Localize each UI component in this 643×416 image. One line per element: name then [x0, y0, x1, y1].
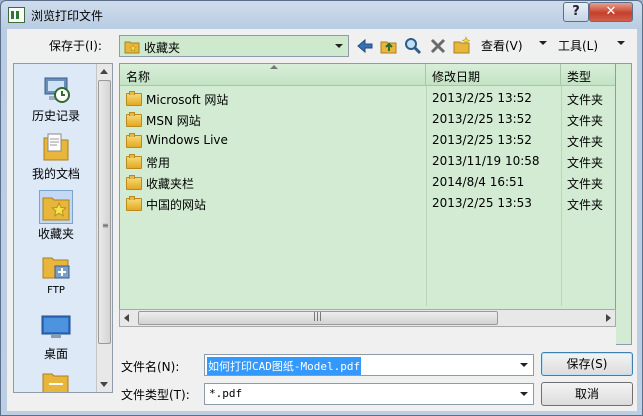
grip-icon: ≡ — [102, 221, 109, 230]
scroll-right-icon[interactable] — [606, 314, 611, 322]
table-row[interactable]: Windows Live 2013/2/25 13:52 文件夹 — [120, 130, 615, 151]
folder-icon — [39, 368, 73, 392]
place-label: 桌面 — [43, 347, 68, 361]
scroll-up-icon[interactable] — [100, 69, 108, 74]
filename-label: 文件名(N): — [121, 360, 180, 374]
scroll-down-icon[interactable] — [100, 382, 108, 387]
grip-icon: ||| — [313, 312, 323, 322]
place-documents[interactable]: 我的文档 — [14, 130, 98, 182]
file-type: 文件夹 — [567, 156, 604, 170]
place-label: 收藏夹 — [37, 227, 74, 241]
folder-icon — [126, 175, 142, 190]
folder-icon — [126, 133, 142, 148]
chevron-down-icon[interactable] — [332, 38, 346, 54]
file-date: 2013/2/25 13:53 — [432, 196, 532, 210]
search-icon[interactable] — [403, 36, 423, 56]
place-label: 我的文档 — [31, 167, 80, 181]
back-arrow-icon[interactable] — [355, 36, 375, 56]
column-date[interactable]: 修改日期 — [426, 64, 561, 86]
history-icon — [39, 72, 73, 106]
column-type[interactable]: 类型 — [561, 64, 615, 86]
help-button[interactable]: ? — [563, 2, 589, 22]
file-type: 文件夹 — [567, 93, 604, 107]
window-title: 浏览打印文件 — [31, 9, 104, 23]
folder-icon — [126, 196, 142, 211]
favorites-folder-icon — [124, 39, 140, 57]
filetype-value: *.pdf — [209, 387, 243, 400]
place-ftp[interactable]: FTP — [14, 250, 98, 296]
filetype-select[interactable]: *.pdf — [204, 383, 534, 405]
file-name: Microsoft 网站 — [146, 93, 229, 107]
column-date-label: 修改日期 — [432, 70, 481, 84]
ftp-icon — [39, 250, 73, 284]
file-date: 2013/2/25 13:52 — [432, 133, 532, 147]
close-button[interactable]: ✕ — [589, 2, 633, 22]
save-button[interactable]: 保存(S) — [541, 352, 633, 376]
file-date: 2013/2/25 13:52 — [432, 91, 532, 105]
filetype-label: 文件类型(T): — [121, 388, 190, 402]
file-date: 2013/2/25 13:52 — [432, 112, 532, 126]
views-icon — [473, 36, 481, 56]
places-scrollbar[interactable]: ≡ — [96, 64, 112, 392]
save-dialog-window: 浏览打印文件 ? ✕ 保存于(I): 收藏夹 查看(V) 工具(L) 历史记录 … — [0, 0, 643, 416]
cancel-button[interactable]: 取消 — [541, 382, 633, 406]
table-row[interactable]: MSN 网站 2013/2/25 13:52 文件夹 — [120, 109, 615, 130]
file-type: 文件夹 — [567, 114, 604, 128]
tools-dropdown-icon[interactable] — [617, 41, 625, 45]
location-value: 收藏夹 — [144, 41, 181, 55]
filename-input[interactable]: 如何打印CAD图纸-Model.pdf — [204, 354, 534, 376]
column-name[interactable]: 名称 — [120, 64, 426, 86]
location-label: 保存于(I): — [49, 39, 102, 53]
file-type: 文件夹 — [567, 177, 604, 191]
chevron-down-icon[interactable] — [517, 386, 531, 402]
table-row[interactable]: 常用 2013/11/19 10:58 文件夹 — [120, 151, 615, 172]
place-history[interactable]: 历史记录 — [14, 72, 98, 124]
places-bar: 历史记录 我的文档 收藏夹 FTP 桌面 ≡ — [13, 63, 113, 393]
file-list[interactable]: 名称 修改日期 类型 Microsoft 网站 2013/2/25 13:52 … — [119, 63, 616, 327]
file-list-edge — [616, 63, 632, 345]
scroll-thumb[interactable]: ||| — [138, 311, 498, 325]
tools-menu[interactable]: 工具(L) — [558, 37, 598, 54]
column-type-label: 类型 — [567, 70, 592, 84]
sort-ascending-icon — [270, 65, 278, 69]
table-row[interactable]: Microsoft 网站 2013/2/25 13:52 文件夹 — [120, 88, 615, 109]
place-label: FTP — [47, 285, 65, 296]
desktop-icon — [39, 310, 73, 344]
column-name-label: 名称 — [126, 70, 151, 84]
folder-icon — [126, 154, 142, 169]
folder-icon — [126, 91, 142, 106]
view-menu[interactable]: 查看(V) — [481, 37, 523, 54]
delete-icon[interactable] — [428, 36, 448, 56]
filename-value: 如何打印CAD图纸-Model.pdf — [207, 357, 362, 375]
file-name: Windows Live — [146, 133, 228, 147]
file-type: 文件夹 — [567, 198, 604, 212]
file-name: 常用 — [146, 156, 171, 170]
file-name: 中国的网站 — [146, 198, 207, 212]
file-type: 文件夹 — [567, 135, 604, 149]
table-row[interactable]: 中国的网站 2013/2/25 13:53 文件夹 — [120, 193, 615, 214]
place-favorites[interactable]: 收藏夹 — [14, 190, 98, 242]
folder-icon — [126, 112, 142, 127]
app-icon — [8, 7, 25, 23]
favorites-icon — [39, 190, 73, 224]
scroll-thumb[interactable]: ≡ — [98, 80, 111, 344]
file-name: MSN 网站 — [146, 114, 201, 128]
place-label: 历史记录 — [31, 109, 80, 123]
place-desktop[interactable]: 桌面 — [14, 310, 98, 362]
title-bar[interactable]: 浏览打印文件 ? ✕ — [1, 1, 642, 29]
chevron-down-icon[interactable] — [517, 357, 531, 373]
dialog-client-area: 保存于(I): 收藏夹 查看(V) 工具(L) 历史记录 我的文档 收藏夹 FT… — [7, 29, 637, 411]
up-folder-icon[interactable] — [379, 36, 399, 56]
file-date: 2013/11/19 10:58 — [432, 154, 540, 168]
new-folder-icon[interactable] — [452, 36, 472, 56]
view-dropdown-icon[interactable] — [539, 41, 547, 45]
scroll-left-icon[interactable] — [124, 314, 129, 322]
table-row[interactable]: 收藏夹栏 2014/8/4 16:51 文件夹 — [120, 172, 615, 193]
place-more[interactable] — [14, 368, 98, 392]
file-name: 收藏夹栏 — [146, 177, 195, 191]
file-list-hscrollbar[interactable]: ||| — [119, 309, 616, 327]
documents-icon — [39, 130, 73, 164]
file-date: 2014/8/4 16:51 — [432, 175, 525, 189]
location-combo[interactable]: 收藏夹 — [119, 35, 349, 57]
